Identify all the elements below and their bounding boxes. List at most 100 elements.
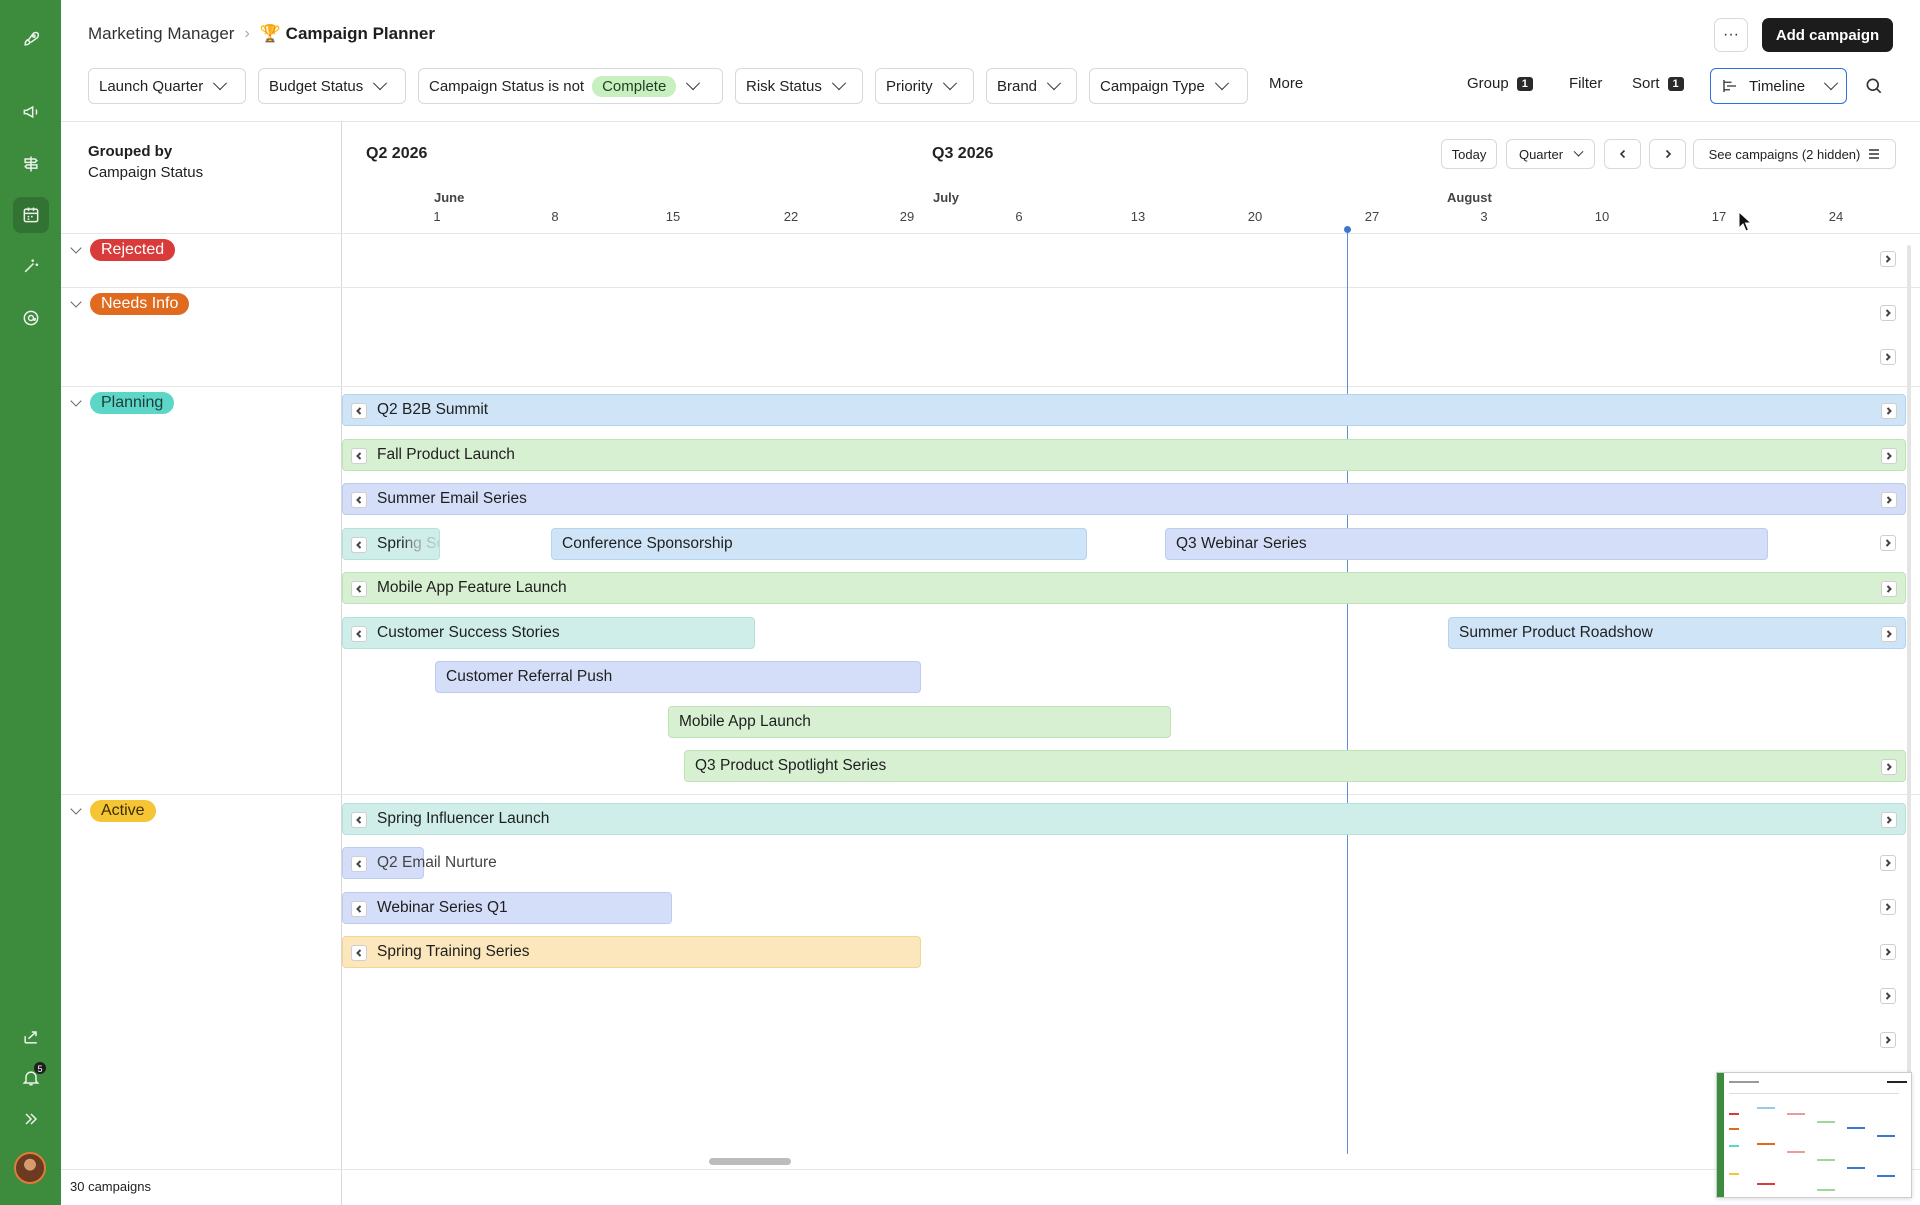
scroll-right-arrow[interactable] [1880,251,1896,267]
chevron-left-icon[interactable] [351,492,367,508]
chevron-left-icon[interactable] [351,448,367,464]
sort-label: Sort [1632,75,1660,92]
scroll-right-arrow[interactable] [1880,899,1896,915]
week-tick: 10 [1594,209,1610,224]
group-header-active[interactable]: Active [70,800,156,822]
scroll-right-arrow[interactable] [1880,535,1896,551]
chevron-left-icon[interactable] [351,537,367,553]
campaign-bar[interactable]: Spring Social Media Bl [342,528,440,560]
scroll-right-arrow[interactable] [1880,305,1896,321]
chevron-left-icon[interactable] [351,403,367,419]
chevron-right-icon [1885,1036,1891,1044]
campaign-bar[interactable]: Spring Training Series [342,936,921,968]
chevron-right-icon[interactable] [1881,812,1897,828]
campaign-bar[interactable]: Fall Product Launch [342,439,1906,471]
chevron-left-icon[interactable] [351,581,367,597]
chevron-right-icon[interactable] [1881,581,1897,597]
signpost-icon[interactable] [13,146,49,182]
group-button[interactable]: Group 1 [1467,75,1533,92]
week-tick: 22 [783,209,799,224]
sort-button[interactable]: Sort 1 [1632,75,1684,92]
megaphone-icon[interactable] [13,94,49,130]
campaign-bar[interactable]: Mobile App Launch [668,706,1171,738]
campaign-name: Mobile App Feature Launch [377,579,567,596]
scroll-right-arrow[interactable] [1880,1032,1896,1048]
chevron-down-icon[interactable] [70,242,82,254]
bell-icon[interactable]: 5 [13,1060,49,1096]
scale-select[interactable]: Quarter [1506,139,1595,169]
campaign-bar[interactable]: Spring Influencer Launch [342,803,1906,835]
month-label: August [1447,190,1492,205]
scroll-right-arrow[interactable] [1880,988,1896,1004]
rocket-icon[interactable] [13,21,49,57]
chevron-left-icon[interactable] [351,626,367,642]
share-icon[interactable] [13,1019,49,1055]
today-button[interactable]: Today [1441,139,1497,169]
filter-launch-quarter[interactable]: Launch Quarter [88,68,246,104]
next-button[interactable] [1649,139,1686,169]
chevron-down-icon [1823,76,1839,91]
chevron-down-icon [1046,76,1062,91]
campaign-name: Customer Success Stories [377,624,560,641]
chevron-right-icon [1885,309,1891,317]
chevron-right-icon[interactable] [1881,759,1897,775]
scroll-right-arrow[interactable] [1880,349,1896,365]
chevron-down-icon[interactable] [70,296,82,308]
campaign-bar[interactable]: Customer Referral Push [435,661,921,693]
filter-button[interactable]: Filter [1569,75,1602,92]
list-icon [1869,149,1880,159]
scroll-right-arrow[interactable] [1880,944,1896,960]
filter-campaign-status[interactable]: Campaign Status is not Complete [418,68,723,104]
more-filters-button[interactable]: More [1269,75,1303,92]
more-options-button[interactable]: ··· [1714,18,1748,52]
at-sign-icon[interactable] [13,300,49,336]
timeline-icon [1723,80,1736,92]
breadcrumb: Marketing Manager › 🏆 Campaign Planner [88,22,435,46]
campaign-bar[interactable]: Webinar Series Q1 [342,892,672,924]
chevron-left-icon[interactable] [351,945,367,961]
campaign-bar[interactable]: Customer Success Stories [342,617,755,649]
see-campaigns-button[interactable]: See campaigns (2 hidden) [1693,139,1896,169]
avatar[interactable] [14,1152,46,1184]
campaign-bar[interactable]: Q2 B2B Summit [342,394,1906,426]
campaign-bar[interactable]: Summer Product Roadshow [1448,617,1906,649]
chevron-right-icon[interactable] [1881,448,1897,464]
campaign-name: Customer Referral Push [446,668,613,685]
chevron-left-icon[interactable] [351,901,367,917]
scroll-right-arrow[interactable] [1880,855,1896,871]
campaign-bar[interactable]: Conference Sponsorship [551,528,1087,560]
chevron-left-icon[interactable] [351,856,367,872]
view-switcher-timeline[interactable]: Timeline [1710,68,1847,104]
chevron-down-icon[interactable] [70,395,82,407]
expand-icon[interactable] [13,1101,49,1137]
filter-budget-status[interactable]: Budget Status [258,68,406,104]
chevron-right-icon[interactable] [1881,492,1897,508]
campaign-bar[interactable]: Q2 Email Nurture [342,847,497,879]
horizontal-scrollbar[interactable] [709,1158,791,1165]
campaign-bar[interactable]: Q3 Webinar Series [1165,528,1768,560]
divider [341,121,342,1205]
vertical-scrollbar[interactable] [1907,245,1911,1075]
filter-brand[interactable]: Brand [986,68,1077,104]
filter-campaign-type[interactable]: Campaign Type [1089,68,1248,104]
filter-priority[interactable]: Priority [875,68,974,104]
group-header-rejected[interactable]: Rejected [70,239,176,261]
breadcrumb-parent[interactable]: Marketing Manager [88,24,234,44]
campaign-bar[interactable]: Mobile App Feature Launch [342,572,1906,604]
campaign-bar[interactable]: Summer Email Series [342,483,1906,515]
chevron-down-icon [942,76,957,91]
add-campaign-button[interactable]: Add campaign [1762,18,1893,52]
search-icon[interactable] [1864,76,1884,96]
calendar-icon[interactable] [13,197,49,233]
chevron-down-icon[interactable] [70,803,82,815]
chevron-right-icon[interactable] [1881,403,1897,419]
group-header-needs-info[interactable]: Needs Info [70,293,190,315]
campaign-bar[interactable]: Q3 Product Spotlight Series [684,750,1906,782]
minimap-thumbnail[interactable] [1716,1072,1912,1198]
chevron-right-icon[interactable] [1881,626,1897,642]
filter-risk-status[interactable]: Risk Status [735,68,863,104]
previous-button[interactable] [1604,139,1641,169]
chevron-left-icon[interactable] [351,812,367,828]
magic-wand-icon[interactable] [13,248,49,284]
group-header-planning[interactable]: Planning [70,392,175,414]
